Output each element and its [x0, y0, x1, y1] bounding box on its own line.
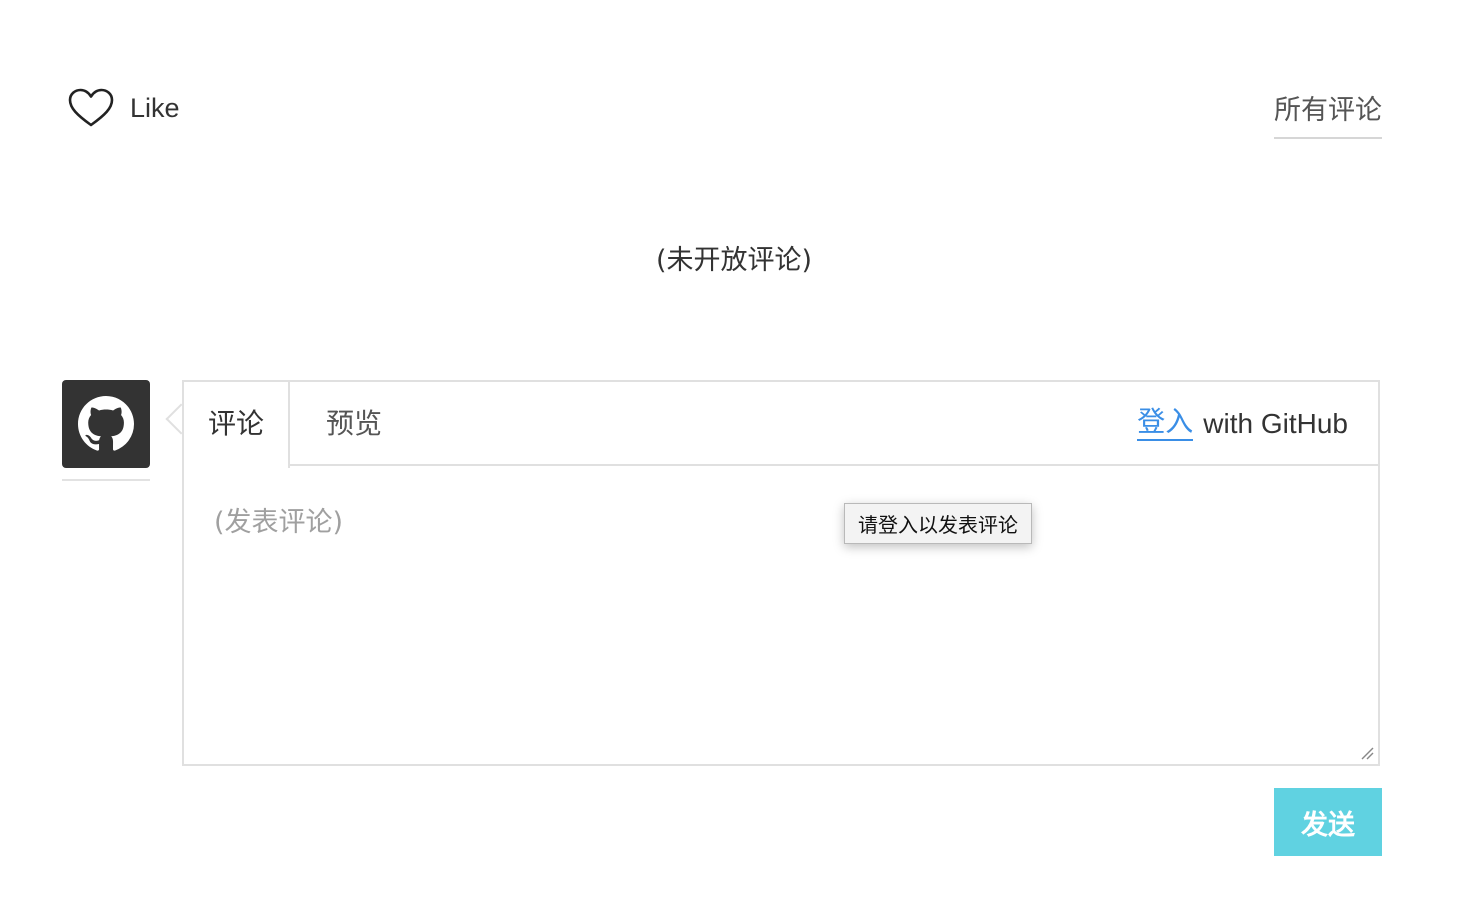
like-label: Like: [130, 92, 180, 123]
login-link[interactable]: 登入: [1137, 406, 1194, 442]
resize-handle-icon[interactable]: [1360, 746, 1374, 760]
comment-editor: 评论 预览 登入 with GitHub: [182, 380, 1380, 766]
comments-closed-note: (未开放评论): [655, 245, 813, 276]
tab-comment[interactable]: 评论: [184, 382, 290, 468]
avatar[interactable]: [62, 380, 150, 468]
submit-button[interactable]: 发送: [1274, 788, 1382, 856]
heart-icon: [68, 88, 114, 127]
all-comments-link[interactable]: 所有评论: [1274, 88, 1382, 139]
comment-textarea[interactable]: [184, 466, 1378, 764]
editor-tab-bar: 评论 预览 登入 with GitHub: [184, 382, 1378, 468]
tab-preview[interactable]: 预览: [326, 382, 382, 466]
github-icon: [78, 396, 134, 451]
login-required-tooltip: 请登入以发表评论: [844, 503, 1032, 544]
login-provider-label: with GitHub: [1203, 408, 1348, 439]
login-area: 登入 with GitHub: [1137, 382, 1348, 466]
like-button[interactable]: Like: [68, 86, 180, 130]
avatar-underline: [62, 479, 150, 481]
